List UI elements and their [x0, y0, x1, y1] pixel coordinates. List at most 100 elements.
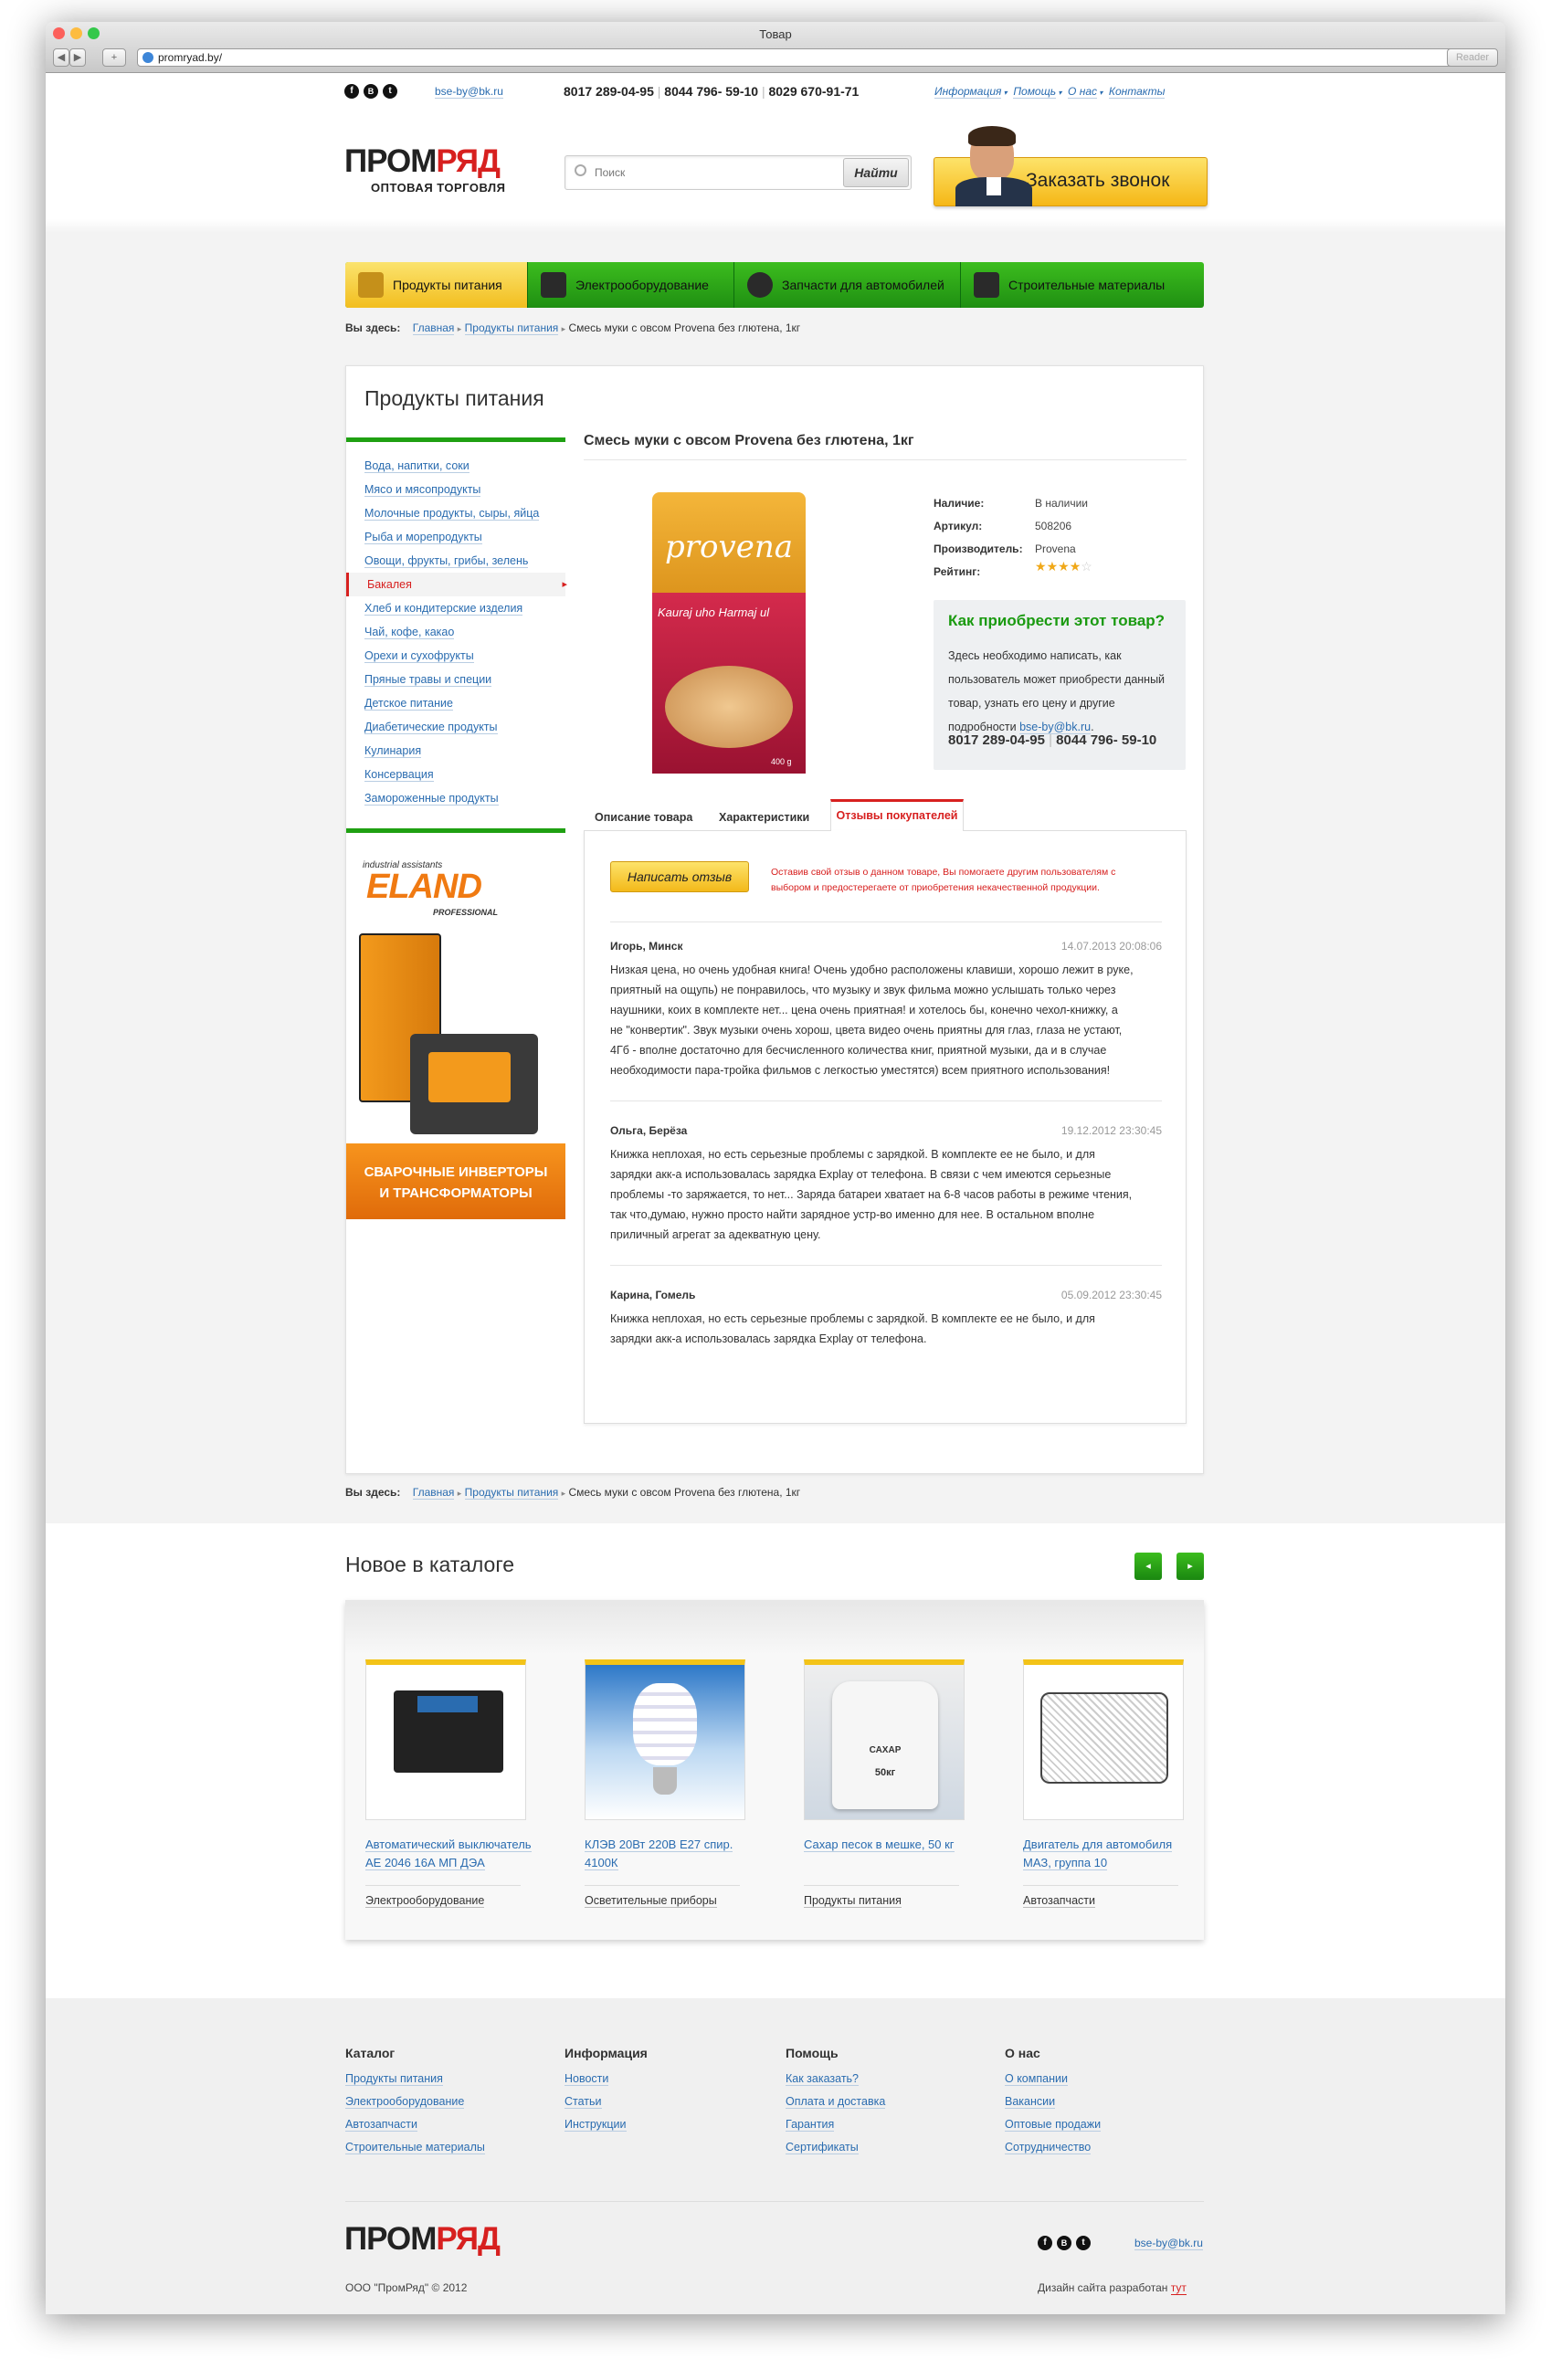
catalog-card-image[interactable] — [365, 1659, 526, 1820]
category-item[interactable]: Кулинария — [364, 739, 565, 763]
top-menu-info[interactable]: Информация — [934, 85, 1002, 99]
footer-link[interactable]: Вакансии — [1005, 2095, 1056, 2109]
footer-link[interactable]: Гарантия — [786, 2118, 835, 2132]
write-review-button[interactable]: Написать отзыв — [610, 861, 749, 892]
top-menu-about[interactable]: О нас — [1068, 85, 1097, 99]
twitter-icon[interactable]: t — [383, 84, 397, 99]
footer-link[interactable]: Как заказать? — [786, 2072, 860, 2086]
breadcrumb-home[interactable]: Главная — [412, 321, 455, 335]
reader-button[interactable]: Reader — [1447, 48, 1498, 67]
facebook-icon[interactable]: f — [344, 84, 359, 99]
catalog-card-title[interactable]: Сахар песок в мешке, 50 кг — [804, 1836, 987, 1854]
footer-email-link[interactable]: bse-by@bk.ru — [1134, 2237, 1203, 2250]
catalog-card-title[interactable]: Автоматический выключатель АЕ 2046 16А МП… — [365, 1836, 548, 1872]
nav-tab-building[interactable]: Строительные материалы — [961, 262, 1204, 308]
category-item[interactable]: Вода, напитки, соки — [364, 454, 565, 478]
category-link[interactable]: Замороженные продукты — [364, 792, 499, 806]
category-link[interactable]: Орехи и сухофрукты — [364, 649, 474, 663]
product-image[interactable]: provena Kauraj uho Harmaj ul 400 g — [652, 492, 806, 774]
tab-description[interactable]: Описание товара — [595, 805, 692, 830]
catalog-card-category[interactable]: Электрооборудование — [365, 1894, 485, 1908]
category-item[interactable]: Орехи и сухофрукты — [364, 644, 565, 668]
eland-banner[interactable]: industrial assistants ELAND PROFESSIONAL… — [346, 833, 565, 1219]
category-item[interactable]: Мясо и мясопродукты — [364, 478, 565, 501]
category-item[interactable]: Хлеб и кондитерские изделия — [364, 596, 565, 620]
category-link[interactable]: Хлеб и кондитерские изделия — [364, 602, 523, 616]
category-item[interactable]: Молочные продукты, сыры, яйца — [364, 501, 565, 525]
nav-tab-auto[interactable]: Запчасти для автомобилей — [734, 262, 961, 308]
vk-icon[interactable]: B — [1057, 2236, 1071, 2250]
breadcrumb-category[interactable]: Продукты питания — [464, 321, 559, 335]
back-button[interactable]: ◀ — [53, 48, 69, 67]
catalog-card-category[interactable]: Осветительные приборы — [585, 1894, 717, 1908]
footer-link[interactable]: Новости — [564, 2072, 609, 2086]
catalog-card-title[interactable]: Двигатель для автомобиля МАЗ, группа 10 — [1023, 1836, 1206, 1872]
category-item[interactable]: Замороженные продукты — [364, 786, 565, 810]
category-link[interactable]: Детское питание — [364, 697, 453, 711]
catalog-next-button[interactable]: ▸ — [1176, 1553, 1204, 1580]
footer-link[interactable]: Статьи — [564, 2095, 602, 2109]
catalog-card-image[interactable] — [585, 1659, 745, 1820]
category-item[interactable]: Детское питание — [364, 691, 565, 715]
category-item[interactable]: Бакалея ▸ — [346, 573, 567, 596]
catalog-card-category[interactable]: Автозапчасти — [1023, 1894, 1095, 1908]
search-input[interactable] — [595, 163, 814, 182]
top-menu-help[interactable]: Помощь — [1013, 85, 1057, 99]
category-link[interactable]: Овощи, фрукты, грибы, зелень — [364, 554, 529, 568]
footer-link[interactable]: Автозапчасти — [345, 2118, 417, 2132]
category-link[interactable]: Рыба и морепродукты — [364, 531, 482, 544]
category-item[interactable]: Консервация — [364, 763, 565, 786]
catalog-card-title[interactable]: КЛЭВ 20Вт 220В Е27 спир. 4100К — [585, 1836, 767, 1872]
tab-specs[interactable]: Характеристики — [719, 805, 809, 830]
category-item[interactable]: Овощи, фрукты, грибы, зелень — [364, 549, 565, 573]
category-link[interactable]: Бакалея — [367, 578, 412, 591]
email-link[interactable]: bse-by@bk.ru — [435, 85, 503, 99]
footer-link[interactable]: Электрооборудование — [345, 2095, 465, 2109]
footer-link[interactable]: Оплата и доставка — [786, 2095, 886, 2109]
footer-link[interactable]: Сотрудничество — [1005, 2141, 1092, 2154]
site-logo[interactable]: ПРОМРЯД — [344, 144, 501, 179]
footer-link[interactable]: Оптовые продажи — [1005, 2118, 1102, 2132]
twitter-icon[interactable]: t — [1076, 2236, 1091, 2250]
forward-button[interactable]: ▶ — [69, 48, 86, 67]
breadcrumb-home[interactable]: Главная — [412, 1486, 455, 1500]
category-link[interactable]: Мясо и мясопродукты — [364, 483, 481, 497]
catalog-card-title-line-2[interactable]: АЕ 2046 16А МП ДЭА — [365, 1856, 485, 1870]
category-item[interactable]: Пряные травы и специи — [364, 668, 565, 691]
category-link[interactable]: Чай, кофе, какао — [364, 626, 455, 639]
catalog-card-title-line-1[interactable]: Двигатель для автомобиля — [1023, 1838, 1173, 1852]
category-link[interactable]: Кулинария — [364, 744, 422, 758]
address-bar[interactable]: promryad.by/ ↻ — [137, 48, 1480, 67]
category-link[interactable]: Консервация — [364, 768, 434, 782]
footer-logo[interactable]: ПРОМРЯД — [344, 2221, 501, 2258]
footer-link[interactable]: О компании — [1005, 2072, 1068, 2086]
nav-tab-food[interactable]: Продукты питания — [345, 262, 528, 308]
category-link[interactable]: Пряные травы и специи — [364, 673, 492, 687]
footer-link[interactable]: Сертификаты — [786, 2141, 859, 2154]
catalog-card-category[interactable]: Продукты питания — [804, 1894, 902, 1908]
footer-link[interactable]: Инструкции — [564, 2118, 627, 2132]
breadcrumb-category[interactable]: Продукты питания — [464, 1486, 559, 1500]
new-tab-button[interactable]: + — [102, 48, 126, 67]
footer-link[interactable]: Строительные материалы — [345, 2141, 485, 2154]
catalog-card-title-line-2[interactable]: МАЗ, группа 10 — [1023, 1856, 1108, 1870]
catalog-card-title-line-1[interactable]: КЛЭВ 20Вт 220В Е27 спир. 4100К — [585, 1838, 733, 1870]
category-link[interactable]: Вода, напитки, соки — [364, 459, 470, 473]
tab-reviews[interactable]: Отзывы покупателей — [830, 799, 964, 831]
top-menu-contacts[interactable]: Контакты — [1108, 85, 1166, 99]
catalog-card-image[interactable]: САХАР 50кг — [804, 1659, 965, 1820]
catalog-card-title-line-1[interactable]: Сахар песок в мешке, 50 кг — [804, 1838, 955, 1852]
category-item[interactable]: Диабетические продукты — [364, 715, 565, 739]
category-item[interactable]: Чай, кофе, какао — [364, 620, 565, 644]
vk-icon[interactable]: B — [364, 84, 378, 99]
catalog-card-image[interactable] — [1023, 1659, 1184, 1820]
design-credit-link[interactable]: тут — [1170, 2281, 1187, 2295]
catalog-prev-button[interactable]: ◂ — [1134, 1553, 1162, 1580]
catalog-card-title-line-1[interactable]: Автоматический выключатель — [365, 1838, 532, 1852]
footer-link[interactable]: Продукты питания — [345, 2072, 443, 2086]
category-link[interactable]: Диабетические продукты — [364, 721, 498, 734]
search-button[interactable]: Найти — [843, 158, 909, 187]
nav-tab-electric[interactable]: Электрооборудование — [528, 262, 734, 308]
category-link[interactable]: Молочные продукты, сыры, яйца — [364, 507, 540, 521]
facebook-icon[interactable]: f — [1038, 2236, 1052, 2250]
